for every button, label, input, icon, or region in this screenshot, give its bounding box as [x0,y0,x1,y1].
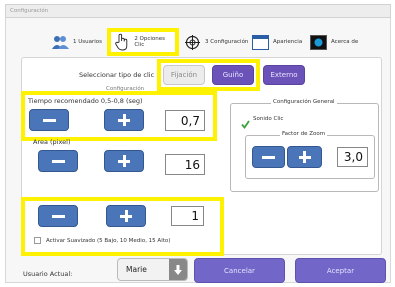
time-value[interactable]: 0,7 [165,110,205,131]
area-decrease-button[interactable] [38,150,78,172]
checkmark-icon[interactable] [241,114,250,133]
minus-icon [262,155,275,159]
time-increase-button[interactable] [104,109,144,131]
plus-icon [120,210,132,222]
tab-appearance[interactable]: Apariencia [252,28,302,56]
plus-icon [298,151,311,163]
smoothing-checkbox[interactable] [34,237,41,244]
time-label: Tiempo recomendado 0,5-0,8 (seg) [28,97,143,105]
smoothing-increase-button[interactable] [106,205,146,227]
crosshair-icon [184,34,201,51]
area-value[interactable]: 16 [165,154,205,175]
sound-click-label: Sonido Clic [253,116,284,122]
tab-configuration-label: 3 Configuración [205,39,249,45]
time-decrease-button[interactable] [29,109,69,131]
external-option[interactable]: Externo [263,65,305,85]
tab-click-options[interactable]: 2 Opciones Clic [107,28,179,56]
user-select-value: Marie [126,265,147,274]
tab-users-label: 1 Usuarios [73,39,103,45]
accept-button[interactable]: Aceptar [295,258,386,283]
window-icon [252,34,269,51]
monitor-icon [310,34,327,51]
tab-click-options-label: 2 Opciones Clic [134,36,166,48]
window-title: Configuración [5,4,391,18]
current-user-label: Usuario Actual: [23,270,73,278]
zoom-value[interactable]: 3,0 [337,147,368,167]
plus-icon [118,114,130,126]
fixation-option[interactable]: Fijación [163,65,205,85]
tab-users[interactable]: 1 Usuarios [52,28,102,56]
tab-configuration[interactable]: 3 Configuración [184,28,248,56]
user-select[interactable]: Marie [117,258,188,281]
area-label: Area (pixel) [33,138,71,146]
zoom-increase-button[interactable] [287,146,322,168]
minus-icon [51,214,65,218]
general-config-title: Configuración General [271,99,337,105]
minus-icon [42,118,56,122]
minus-icon [51,159,65,163]
tab-appearance-label: Apariencia [273,39,303,45]
smoothing-checkbox-label: Activar Suavizado (5 Bajo, 10 Medio, 15 … [46,238,171,244]
chevron-down-icon[interactable] [169,259,187,280]
plus-icon [118,155,130,167]
hand-pointer-icon [114,33,130,51]
smoothing-value[interactable]: 1 [171,206,204,226]
tab-about[interactable]: Acerca de [310,28,358,56]
zoom-decrease-button[interactable] [252,146,285,168]
users-icon [52,34,69,51]
area-increase-button[interactable] [104,150,144,172]
click-type-label: Seleccionar tipo de clic [79,71,155,79]
cancel-button[interactable]: Cancelar [194,258,285,283]
zoom-title: Factor de Zoom [280,131,328,137]
tab-about-label: Acerca de [331,39,359,45]
smoothing-decrease-button[interactable] [38,205,78,227]
wink-option[interactable]: Guiño [212,65,254,85]
